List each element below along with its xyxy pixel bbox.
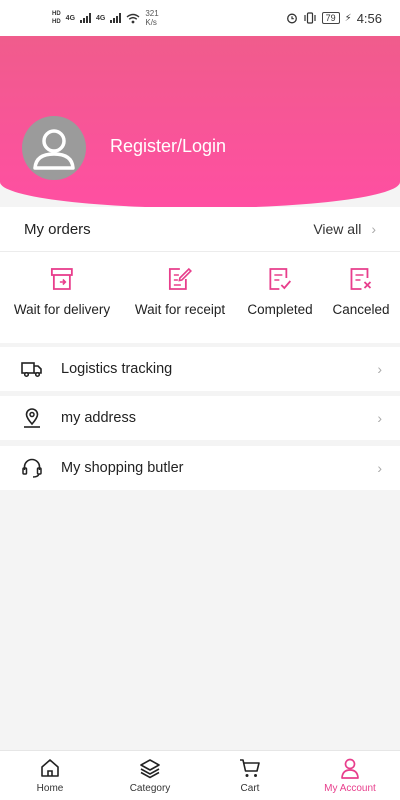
chevron-right-icon: › xyxy=(377,361,382,377)
profile-header: Register/Login xyxy=(0,36,400,208)
wait-for-receipt-button[interactable]: Wait for receipt xyxy=(135,266,225,317)
nav-label: Cart xyxy=(240,783,260,794)
truck-icon xyxy=(21,362,42,378)
chevron-right-icon: › xyxy=(377,410,382,426)
status-left: HD HD 4G 4G 321 K/s xyxy=(52,9,159,27)
sim2-network: 4G xyxy=(96,14,106,22)
wait-for-delivery-button[interactable]: Wait for delivery xyxy=(14,266,110,317)
menu-label: my address xyxy=(61,410,136,426)
box-icon xyxy=(51,268,73,290)
nav-label: Category xyxy=(129,783,171,794)
bottom-nav: Home Category Cart My Account xyxy=(0,750,400,800)
view-all-label: View all xyxy=(313,221,362,237)
canceled-document-icon xyxy=(350,268,371,290)
chevron-right-icon: › xyxy=(371,221,376,237)
menu-label: Logistics tracking xyxy=(61,361,173,377)
sim1-network: 4G xyxy=(65,14,76,22)
speed-unit: K/s xyxy=(145,18,157,27)
nav-label: My Account xyxy=(324,783,376,794)
signal-icon xyxy=(80,13,92,23)
view-all-button[interactable]: View all › xyxy=(313,221,376,237)
signal-icon-2 xyxy=(110,13,122,23)
nav-category[interactable]: Category xyxy=(100,751,200,800)
menu-item-logistics-tracking[interactable]: Logistics tracking › xyxy=(0,347,400,391)
status-label: Wait for delivery xyxy=(13,302,111,317)
orders-title: My orders xyxy=(24,220,91,238)
clock: 4:56 xyxy=(356,10,382,26)
location-pin-icon xyxy=(24,408,40,428)
order-status-row: Wait for delivery Wait for receipt Compl… xyxy=(0,252,400,342)
completed-document-icon xyxy=(269,268,291,290)
home-icon xyxy=(41,759,59,777)
status-label: Completed xyxy=(247,302,313,317)
charging-icon: ⚡ xyxy=(344,12,352,24)
user-icon xyxy=(341,758,359,779)
headset-icon xyxy=(22,458,42,478)
register-login-link[interactable]: Register/Login xyxy=(110,136,226,157)
default-avatar-icon xyxy=(33,129,75,170)
nav-cart[interactable]: Cart xyxy=(200,751,300,800)
menu-item-my-address[interactable]: my address › xyxy=(0,396,400,440)
alarm-icon xyxy=(286,13,297,24)
layers-icon xyxy=(140,759,160,779)
edit-document-icon xyxy=(169,267,193,290)
sim-indicator: HD HD xyxy=(52,11,61,25)
speed-value: 321 xyxy=(145,9,159,18)
cart-icon xyxy=(240,759,260,777)
avatar[interactable] xyxy=(22,116,86,180)
vibrate-icon xyxy=(304,12,316,24)
nav-label: Home xyxy=(36,783,64,794)
battery-level: 79 xyxy=(321,12,340,24)
completed-button[interactable]: Completed xyxy=(247,266,313,317)
status-right: 79 ⚡ 4:56 xyxy=(286,11,382,26)
orders-header: My orders View all › xyxy=(0,207,400,252)
status-label: Wait for receipt xyxy=(134,302,226,317)
menu-item-shopping-butler[interactable]: My shopping butler › xyxy=(0,446,400,490)
canceled-button[interactable]: Canceled xyxy=(332,266,390,317)
network-speed: 321 K/s xyxy=(145,9,158,27)
orders-card: My orders View all › Wait for delivery W… xyxy=(0,207,400,343)
status-label: Canceled xyxy=(332,302,390,317)
menu-label: My shopping butler xyxy=(61,460,184,476)
chevron-right-icon: › xyxy=(377,460,382,476)
wifi-icon xyxy=(126,13,140,23)
nav-home[interactable]: Home xyxy=(0,751,100,800)
nav-my-account[interactable]: My Account xyxy=(300,751,400,800)
status-bar: HD HD 4G 4G 321 K/s 79 ⚡ 4:56 xyxy=(0,0,400,36)
